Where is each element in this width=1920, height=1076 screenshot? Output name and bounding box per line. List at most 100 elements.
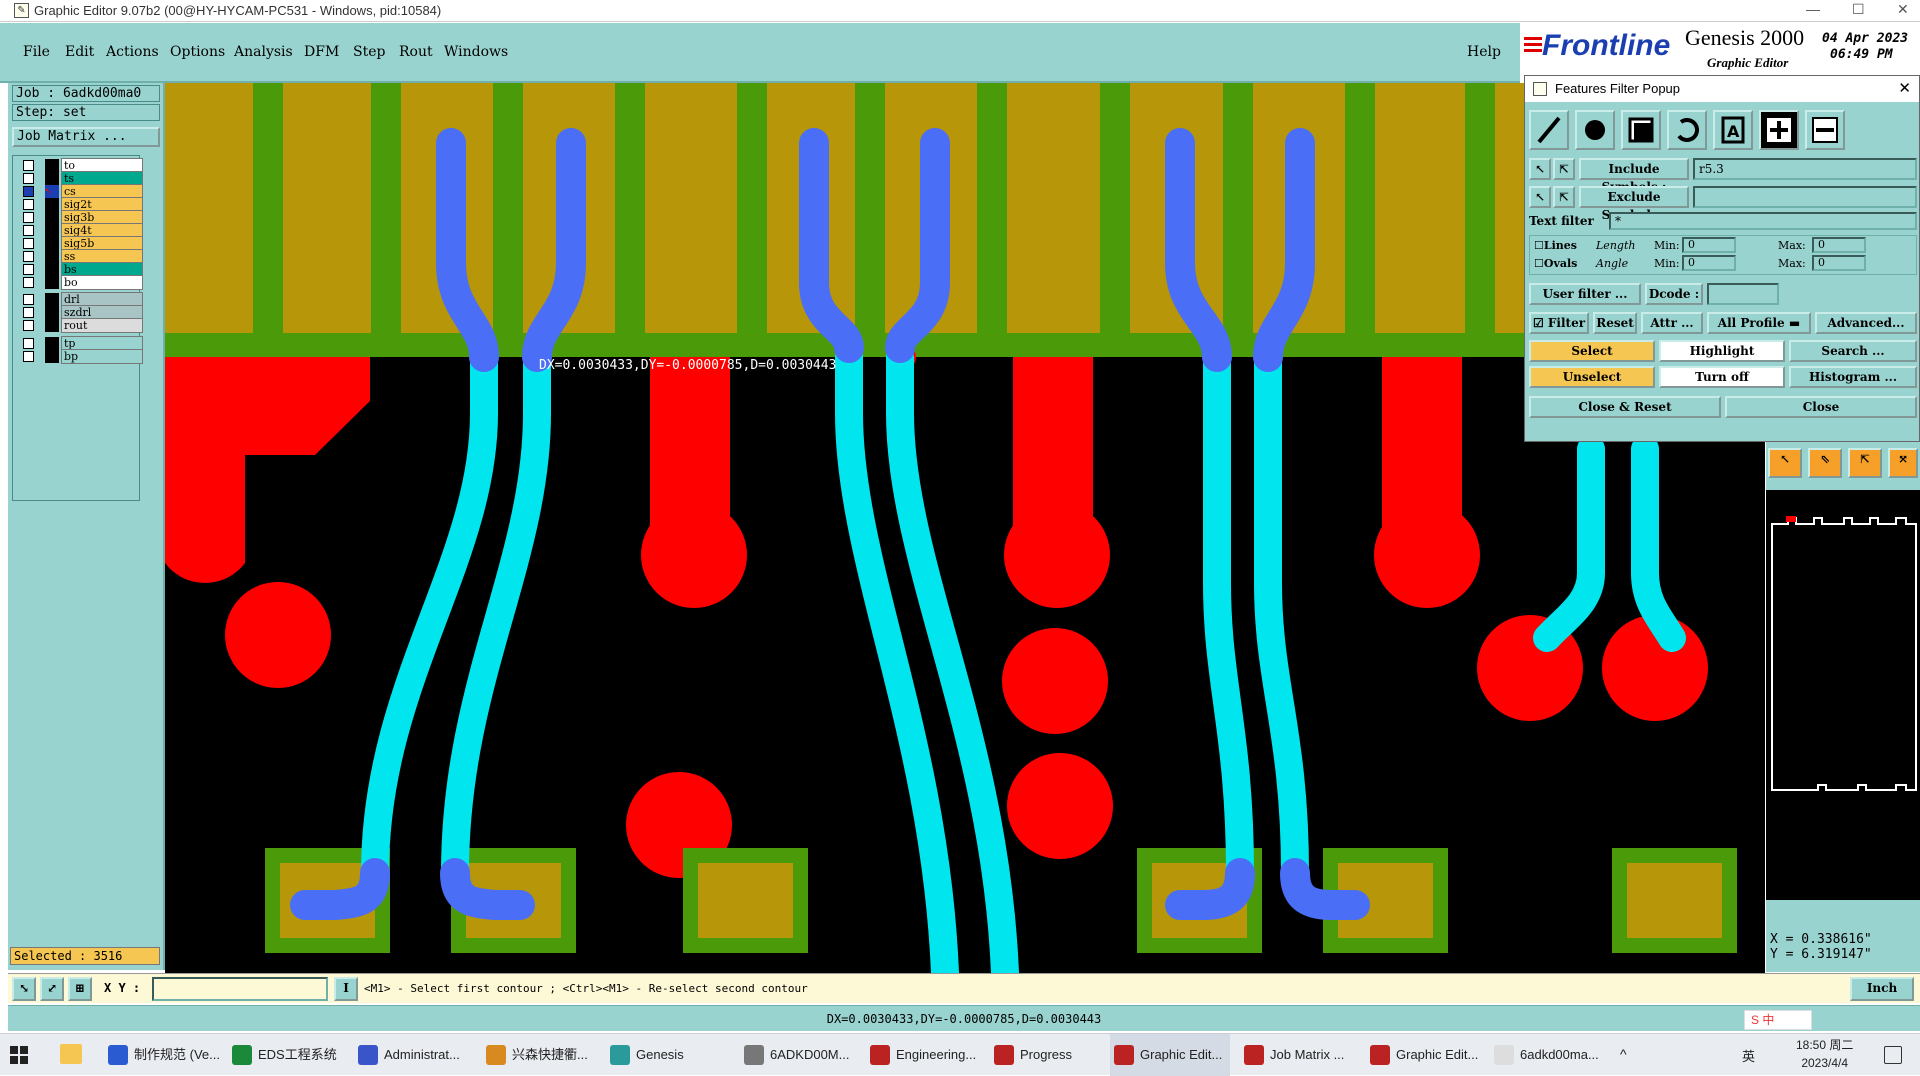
grid-icon[interactable]: ⊞ [68, 977, 92, 1001]
text-tool-icon[interactable]: A [1713, 110, 1753, 150]
advanced-button[interactable]: Advanced... [1815, 312, 1917, 334]
taskbar-item[interactable]: 6adkd00ma... [1490, 1034, 1610, 1076]
route-cursor-icon[interactable]: ⤧ [1888, 448, 1918, 478]
reset-button[interactable]: Reset [1593, 312, 1637, 334]
attr-button[interactable]: Attr ... [1641, 312, 1703, 334]
menu-options[interactable]: Options [170, 44, 225, 60]
notification-icon[interactable] [1884, 1046, 1902, 1064]
taskbar-item[interactable]: 制作规范 (Ve... [104, 1034, 224, 1076]
menu-edit[interactable]: Edit [65, 44, 94, 60]
exclude-pick-icon[interactable]: ↖ [1529, 186, 1551, 208]
highlight-button[interactable]: Highlight [1659, 340, 1785, 362]
pad-tool-icon[interactable] [1575, 110, 1615, 150]
taskbar-item[interactable]: Administrat... [354, 1034, 474, 1076]
taskbar-item[interactable]: Graphic Edit... [1110, 1034, 1230, 1076]
maximize-button[interactable]: ☐ [1852, 1, 1865, 18]
popup-close-icon[interactable]: ✕ [1898, 76, 1911, 102]
units-dropdown[interactable]: Inch [1850, 977, 1914, 1001]
select-box-cursor-icon[interactable]: ⇖ [1808, 448, 1842, 478]
layer-checkbox[interactable] [23, 294, 34, 305]
layer-checkbox[interactable] [23, 173, 34, 184]
length-min-input[interactable]: 0 [1682, 237, 1736, 253]
all-profile-dropdown[interactable]: All Profile ▬ [1707, 312, 1811, 334]
windows-start-icon[interactable] [10, 1046, 28, 1064]
layer-checkbox[interactable] [23, 338, 34, 349]
taskbar-item[interactable]: Graphic Edit... [1366, 1034, 1486, 1076]
layer-row-rout[interactable]: rout [21, 318, 143, 333]
angle-min-input[interactable]: 0 [1682, 255, 1736, 271]
include-symbols-input[interactable]: r5.3 [1693, 158, 1917, 180]
overview-map[interactable] [1766, 490, 1920, 900]
ovals-checkbox[interactable]: ☐Ovals [1534, 257, 1577, 270]
layer-checkbox[interactable] [23, 251, 34, 262]
minimize-button[interactable]: — [1806, 1, 1820, 17]
search-button[interactable]: Search ... [1789, 340, 1917, 362]
job-matrix-button[interactable]: Job Matrix ... [12, 127, 160, 147]
menu-actions[interactable]: Actions [106, 44, 159, 60]
filter-toggle[interactable]: ☑ Filter [1529, 312, 1589, 334]
positive-polarity-icon[interactable] [1759, 110, 1799, 150]
layer-name[interactable]: bp [61, 349, 143, 364]
taskbar-item[interactable]: EDS工程系统 [228, 1034, 348, 1076]
system-clock[interactable]: 18:50 周二 2023/4/4 [1796, 1036, 1853, 1072]
layer-checkbox[interactable] [23, 264, 34, 275]
taskbar-item[interactable]: 兴森快捷衢... [482, 1034, 602, 1076]
layer-checkbox[interactable] [23, 225, 34, 236]
lines-checkbox[interactable]: ☐Lines [1534, 239, 1577, 252]
menu-help[interactable]: Help [1467, 44, 1501, 60]
popup-close-button[interactable]: Close [1725, 396, 1917, 418]
text-filter-input[interactable]: * [1609, 212, 1917, 230]
cursor-info-icon[interactable]: I [334, 977, 358, 1001]
taskbar-item[interactable]: Job Matrix ... [1240, 1034, 1360, 1076]
layer-row-bp[interactable]: bp [21, 349, 143, 364]
zoom-area-icon[interactable]: ⤢ [40, 977, 64, 1001]
user-filter-button[interactable]: User filter ... [1529, 283, 1641, 305]
exclude-symbols-input[interactable] [1693, 186, 1917, 208]
taskbar-item[interactable]: Engineering... [866, 1034, 986, 1076]
layer-checkbox[interactable] [23, 199, 34, 210]
xy-input[interactable] [152, 977, 328, 1001]
select-net-cursor-icon[interactable]: ⇱ [1848, 448, 1882, 478]
layer-row-bo[interactable]: bo [21, 275, 143, 290]
dcode-label[interactable]: Dcode : [1645, 283, 1703, 305]
layer-checkbox[interactable] [23, 160, 34, 171]
select-cursor-icon[interactable]: ↖ [1768, 448, 1802, 478]
dcode-input[interactable] [1707, 283, 1779, 305]
close-button[interactable]: ✕ [1897, 1, 1909, 18]
taskbar-item[interactable]: Progress [990, 1034, 1110, 1076]
unselect-button[interactable]: Unselect [1529, 366, 1655, 388]
layer-name[interactable]: bo [61, 275, 143, 290]
surface-tool-icon[interactable] [1621, 110, 1661, 150]
layer-checkbox[interactable] [23, 238, 34, 249]
layer-checkbox[interactable] [23, 212, 34, 223]
include-pick-icon[interactable]: ↖ [1529, 158, 1551, 180]
negative-polarity-icon[interactable] [1805, 110, 1845, 150]
menu-windows[interactable]: Windows [444, 44, 508, 60]
layer-name[interactable]: rout [61, 318, 143, 333]
exclude-select-icon[interactable]: ⇱ [1553, 186, 1575, 208]
layer-checkbox[interactable] [23, 186, 34, 197]
angle-max-input[interactable]: 0 [1812, 255, 1866, 271]
layer-checkbox[interactable] [23, 351, 34, 362]
close-reset-button[interactable]: Close & Reset [1529, 396, 1721, 418]
include-symbols-label[interactable]: Include Symbols : [1579, 158, 1689, 194]
line-tool-icon[interactable] [1529, 110, 1569, 150]
ime-indicator[interactable]: 英 [1742, 1046, 1755, 1065]
file-explorer-icon[interactable] [60, 1044, 82, 1064]
layer-checkbox[interactable] [23, 277, 34, 288]
turn-off-button[interactable]: Turn off [1659, 366, 1785, 388]
angle-label[interactable]: Angle [1596, 257, 1628, 270]
menu-rout[interactable]: Rout [399, 44, 433, 60]
tray-chevron-icon[interactable]: ^ [1620, 1046, 1627, 1062]
layer-checkbox[interactable] [23, 307, 34, 318]
layer-checkbox[interactable] [23, 320, 34, 331]
zoom-fit-icon[interactable]: ⤡ [12, 977, 36, 1001]
histogram-button[interactable]: Histogram ... [1789, 366, 1917, 388]
length-max-input[interactable]: 0 [1812, 237, 1866, 253]
taskbar-item[interactable]: Genesis [606, 1034, 726, 1076]
menu-file[interactable]: File [23, 44, 50, 60]
select-button[interactable]: Select [1529, 340, 1655, 362]
length-label[interactable]: Length [1596, 239, 1635, 252]
exclude-symbols-label[interactable]: Exclude Symbols : [1579, 186, 1689, 222]
include-select-icon[interactable]: ⇱ [1553, 158, 1575, 180]
